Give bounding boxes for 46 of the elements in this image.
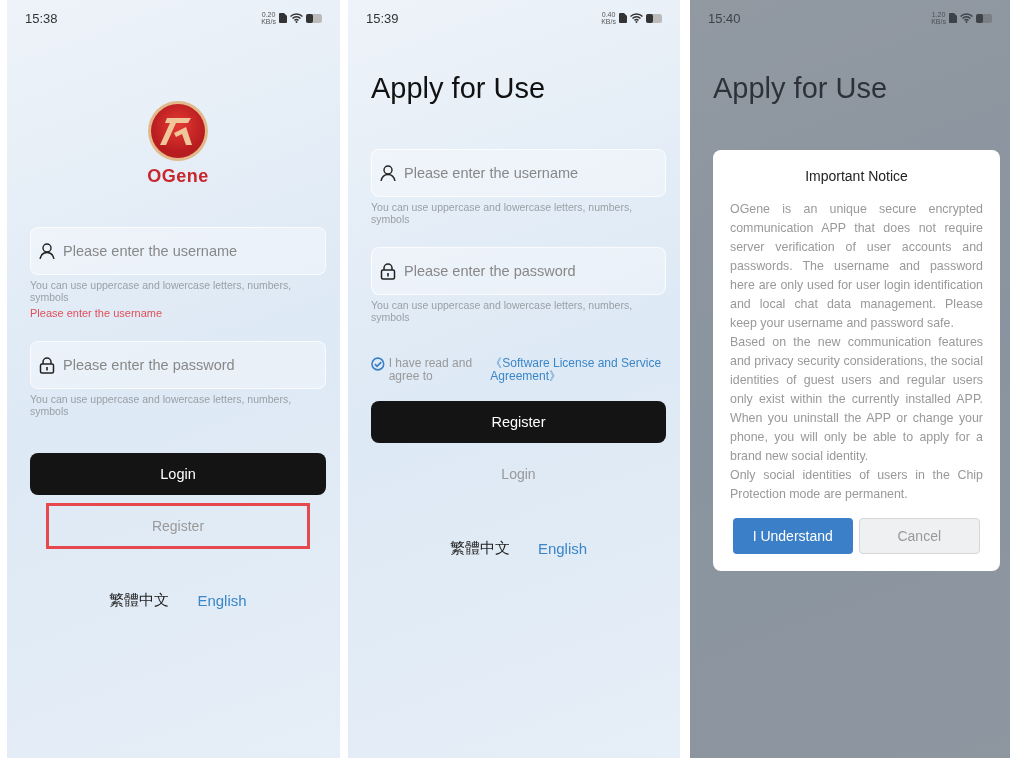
agree-checkbox[interactable] <box>371 357 385 371</box>
sim-card-icon <box>949 13 957 23</box>
cancel-button[interactable]: Cancel <box>858 518 980 554</box>
user-icon <box>380 165 396 181</box>
app-logo-icon <box>147 100 209 162</box>
lock-icon <box>39 357 55 374</box>
status-time: 15:39 <box>366 10 399 26</box>
status-time: 15:40 <box>708 10 741 26</box>
username-field[interactable]: Please enter the username <box>371 149 666 197</box>
page-title: Apply for Use <box>371 72 547 105</box>
sim-card-icon <box>279 13 287 23</box>
agreement-link[interactable]: 《Software License and Service Agreement》 <box>490 357 666 383</box>
understand-button[interactable]: I Understand <box>733 518 853 554</box>
app-name: OGene <box>147 166 209 187</box>
field-hint: You can use uppercase and lowercase letters, numbers, symbols <box>371 299 634 323</box>
lock-icon <box>380 263 396 280</box>
password-field[interactable]: Please enter the password <box>30 341 326 389</box>
wifi-icon <box>290 13 303 23</box>
battery-icon <box>646 13 662 23</box>
wifi-icon <box>630 13 643 23</box>
agreement-text: I have read and agree to <box>388 357 474 383</box>
register-button[interactable]: Register <box>371 401 666 443</box>
notice-paragraph: Based on the new communication features and privacy security considerations, the social identities of guest users and regular users only exist within the currently installed APP. When you uninstall the APP or change your phone, you will only be able to apply for a brand new social identity. <box>730 334 983 465</box>
notice-paragraph: OGene is an unique secure encrypted communication APP that does not require server verification of user accounts and passwords. The username and password here are only used for user login identification and local chat data management. Please keep your username and password safe. <box>730 201 983 332</box>
language-option[interactable]: English <box>197 591 247 610</box>
notice-paragraph: Only social identities of users in the Chip Protection mode are permanent. <box>730 467 983 503</box>
language-option[interactable]: 繁體中文 <box>449 539 510 558</box>
user-icon <box>39 243 55 259</box>
battery-icon <box>976 13 992 23</box>
login-button[interactable]: Login <box>387 451 650 497</box>
field-hint: You can use uppercase and lowercase letters, numbers, symbols <box>371 201 634 225</box>
language-option[interactable]: English <box>537 539 588 558</box>
field-hint: You can use uppercase and lowercase letters, numbers, symbols <box>30 279 293 303</box>
language-option[interactable]: 繁體中文 <box>109 591 170 610</box>
status-time: 15:38 <box>25 10 58 26</box>
page-title: Apply for Use <box>713 72 889 105</box>
login-button[interactable]: Login <box>30 453 326 495</box>
field-hint: You can use uppercase and lowercase letters, numbers, symbols <box>30 393 293 417</box>
username-field[interactable]: Please enter the username <box>30 227 326 275</box>
battery-icon <box>306 13 322 23</box>
error-message: Please enter the username <box>30 307 164 319</box>
password-field[interactable]: Please enter the password <box>371 247 666 295</box>
dialog-title: Important Notice <box>804 168 909 184</box>
wifi-icon <box>960 13 973 23</box>
register-button[interactable]: Register <box>46 503 310 549</box>
sim-card-icon <box>619 13 627 23</box>
